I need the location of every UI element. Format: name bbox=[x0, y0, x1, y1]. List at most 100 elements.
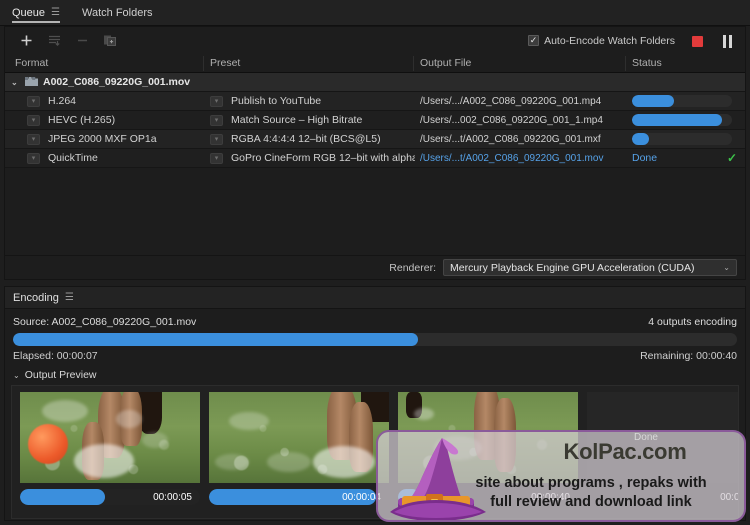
output-preview-header[interactable]: ⌄ Output Preview bbox=[5, 362, 745, 385]
table-row[interactable]: ▾ QuickTime ▾ GoPro CineForm RGB 12–bit … bbox=[5, 149, 745, 168]
duplicate-icon[interactable] bbox=[99, 31, 121, 51]
queue-column-headers: Format Preset Output File Status bbox=[5, 54, 745, 73]
main-tabbar: Queue ☰ Watch Folders bbox=[0, 0, 750, 26]
auto-encode-watch-folders-checkbox[interactable]: ✓ Auto-Encode Watch Folders bbox=[528, 27, 675, 54]
chevron-down-icon[interactable]: ▾ bbox=[27, 95, 40, 107]
encoding-elapsed: Elapsed: 00:00:07 bbox=[13, 350, 98, 362]
preview-thumbnail[interactable] bbox=[20, 392, 200, 483]
row-status-cell bbox=[627, 92, 745, 111]
film-clip-icon bbox=[25, 77, 38, 87]
stop-button[interactable] bbox=[692, 36, 703, 47]
row-progress-bar bbox=[632, 114, 732, 126]
auto-encode-label: Auto-Encode Watch Folders bbox=[544, 34, 675, 47]
watermark-line3: full review and download link bbox=[490, 494, 692, 511]
add-plus-icon[interactable] bbox=[15, 31, 37, 51]
row-output-file[interactable]: /Users/...002_C086_09220G_001_1.mp4 bbox=[415, 111, 627, 130]
row-output-file[interactable]: /Users/.../A002_C086_09220G_001.mp4 bbox=[415, 92, 627, 111]
preview-status-done: Done bbox=[634, 432, 658, 443]
preview-progress-bar[interactable]: 00:00:04 bbox=[209, 489, 389, 505]
column-header-status[interactable]: Status bbox=[625, 54, 745, 73]
encoding-source-label: Source: A002_C086_09220G_001.mov bbox=[13, 316, 197, 328]
chevron-down-icon[interactable]: ▾ bbox=[210, 152, 223, 164]
renderer-value: Mercury Playback Engine GPU Acceleration… bbox=[450, 261, 695, 274]
queue-panel: ✓ Auto-Encode Watch Folders Format Prese… bbox=[4, 26, 746, 280]
encoding-remaining: Remaining: 00:00:40 bbox=[640, 350, 737, 362]
hamburger-menu-icon[interactable]: ☰ bbox=[51, 7, 60, 18]
column-header-format[interactable]: Format bbox=[5, 54, 205, 73]
pause-button[interactable] bbox=[721, 35, 733, 48]
row-format-label: JPEG 2000 MXF OP1a bbox=[48, 133, 157, 145]
watermark-subtitle: site about programs , repaks with full r… bbox=[438, 474, 744, 512]
row-preset-label: Match Source – High Bitrate bbox=[231, 114, 363, 126]
chevron-down-icon[interactable]: ⌄ bbox=[13, 371, 20, 380]
row-format-label: H.264 bbox=[48, 95, 77, 107]
row-preset-label: Publish to YouTube bbox=[231, 95, 322, 107]
row-format-cell[interactable]: ▾ JPEG 2000 MXF OP1a bbox=[5, 130, 205, 149]
check-icon: ✓ bbox=[726, 151, 737, 165]
output-preview-title: Output Preview bbox=[24, 369, 97, 381]
watermark-overlay: KolPac.com site about programs , repaks … bbox=[376, 430, 746, 522]
chevron-down-icon[interactable]: ⌄ bbox=[11, 78, 20, 87]
row-status-cell: Done ✓ bbox=[627, 149, 745, 168]
row-progress-bar bbox=[632, 95, 732, 107]
row-preset-cell[interactable]: ▾ Publish to YouTube bbox=[205, 92, 415, 111]
row-format-cell[interactable]: ▾ H.264 bbox=[5, 92, 205, 111]
preview-image bbox=[209, 392, 389, 483]
row-progress-fill bbox=[632, 95, 674, 107]
row-format-cell[interactable]: ▾ HEVC (H.265) bbox=[5, 111, 205, 130]
tab-watch-folders-label: Watch Folders bbox=[82, 6, 153, 19]
queue-list: ⌄ A002_C086_09220G_001.mov ▾ H.264 ▾ Pub… bbox=[5, 73, 745, 255]
output-preview-item[interactable]: 00:00:05 bbox=[20, 392, 200, 512]
row-format-label: QuickTime bbox=[48, 152, 98, 164]
row-preset-cell[interactable]: ▾ RGBA 4:4:4:4 12–bit (BCS@L5) bbox=[205, 130, 415, 149]
row-format-label: HEVC (H.265) bbox=[48, 114, 116, 126]
table-row[interactable]: ▾ HEVC (H.265) ▾ Match Source – High Bit… bbox=[5, 111, 745, 130]
tab-watch-folders[interactable]: Watch Folders bbox=[82, 0, 161, 26]
row-preset-label: RGBA 4:4:4:4 12–bit (BCS@L5) bbox=[231, 133, 381, 145]
preview-progress-bar[interactable]: 00:00:05 bbox=[20, 489, 200, 505]
preview-thumbnail[interactable] bbox=[209, 392, 389, 483]
row-output-file[interactable]: /Users/...t/A002_C086_09220G_001.mxf bbox=[415, 130, 627, 149]
preview-progress-fill bbox=[20, 489, 105, 505]
tab-queue-label: Queue bbox=[12, 6, 46, 19]
row-progress-bar bbox=[632, 133, 732, 145]
row-preset-cell[interactable]: ▾ GoPro CineForm RGB 12–bit with alpha bbox=[205, 149, 415, 168]
renderer-label: Renderer: bbox=[389, 261, 436, 274]
table-row[interactable]: ▾ H.264 ▾ Publish to YouTube /Users/.../… bbox=[5, 92, 745, 111]
chevron-down-icon[interactable]: ▾ bbox=[27, 114, 40, 126]
queue-group-row[interactable]: ⌄ A002_C086_09220G_001.mov bbox=[5, 73, 745, 92]
preview-image bbox=[20, 392, 200, 483]
row-progress-fill bbox=[632, 114, 722, 126]
add-preset-icon[interactable] bbox=[43, 31, 65, 51]
chevron-down-icon[interactable]: ⌄ bbox=[723, 263, 730, 272]
row-format-cell[interactable]: ▾ QuickTime bbox=[5, 149, 205, 168]
column-header-output-file[interactable]: Output File bbox=[413, 54, 627, 73]
row-preset-cell[interactable]: ▾ Match Source – High Bitrate bbox=[205, 111, 415, 130]
tab-queue[interactable]: Queue ☰ bbox=[12, 0, 68, 26]
encoding-source-row: Source: A002_C086_09220G_001.mov 4 outpu… bbox=[5, 309, 745, 331]
chevron-down-icon[interactable]: ▾ bbox=[27, 152, 40, 164]
output-preview-item[interactable]: 00:00:04 bbox=[209, 392, 389, 512]
encoding-progress-bar bbox=[13, 333, 737, 346]
chevron-down-icon[interactable]: ▾ bbox=[210, 95, 223, 107]
chevron-down-icon[interactable]: ▾ bbox=[27, 133, 40, 145]
queue-group-name: A002_C086_09220G_001.mov bbox=[43, 76, 191, 88]
auto-encode-checkbox-box[interactable]: ✓ bbox=[528, 35, 540, 46]
status-badge: Done bbox=[632, 152, 658, 164]
row-preset-label: GoPro CineForm RGB 12–bit with alpha bbox=[231, 152, 415, 164]
encoding-tabbar: Encoding ☰ bbox=[5, 287, 745, 309]
tab-encoding[interactable]: Encoding ☰ bbox=[13, 292, 74, 304]
row-output-file[interactable]: /Users/...t/A002_C086_09220G_001.mov bbox=[415, 149, 627, 168]
row-status-cell bbox=[627, 111, 745, 130]
hamburger-menu-icon[interactable]: ☰ bbox=[65, 292, 74, 303]
row-progress-fill bbox=[632, 133, 649, 145]
row-status-cell bbox=[627, 130, 745, 149]
chevron-down-icon[interactable]: ▾ bbox=[210, 114, 223, 126]
column-header-preset[interactable]: Preset bbox=[203, 54, 415, 73]
renderer-select[interactable]: Mercury Playback Engine GPU Acceleration… bbox=[443, 259, 737, 276]
encoding-time-row: Elapsed: 00:00:07 Remaining: 00:00:40 bbox=[5, 346, 745, 362]
chevron-down-icon[interactable]: ▾ bbox=[210, 133, 223, 145]
encoding-outputs-count: 4 outputs encoding bbox=[648, 316, 737, 328]
remove-minus-icon[interactable] bbox=[71, 31, 93, 51]
table-row[interactable]: ▾ JPEG 2000 MXF OP1a ▾ RGBA 4:4:4:4 12–b… bbox=[5, 130, 745, 149]
